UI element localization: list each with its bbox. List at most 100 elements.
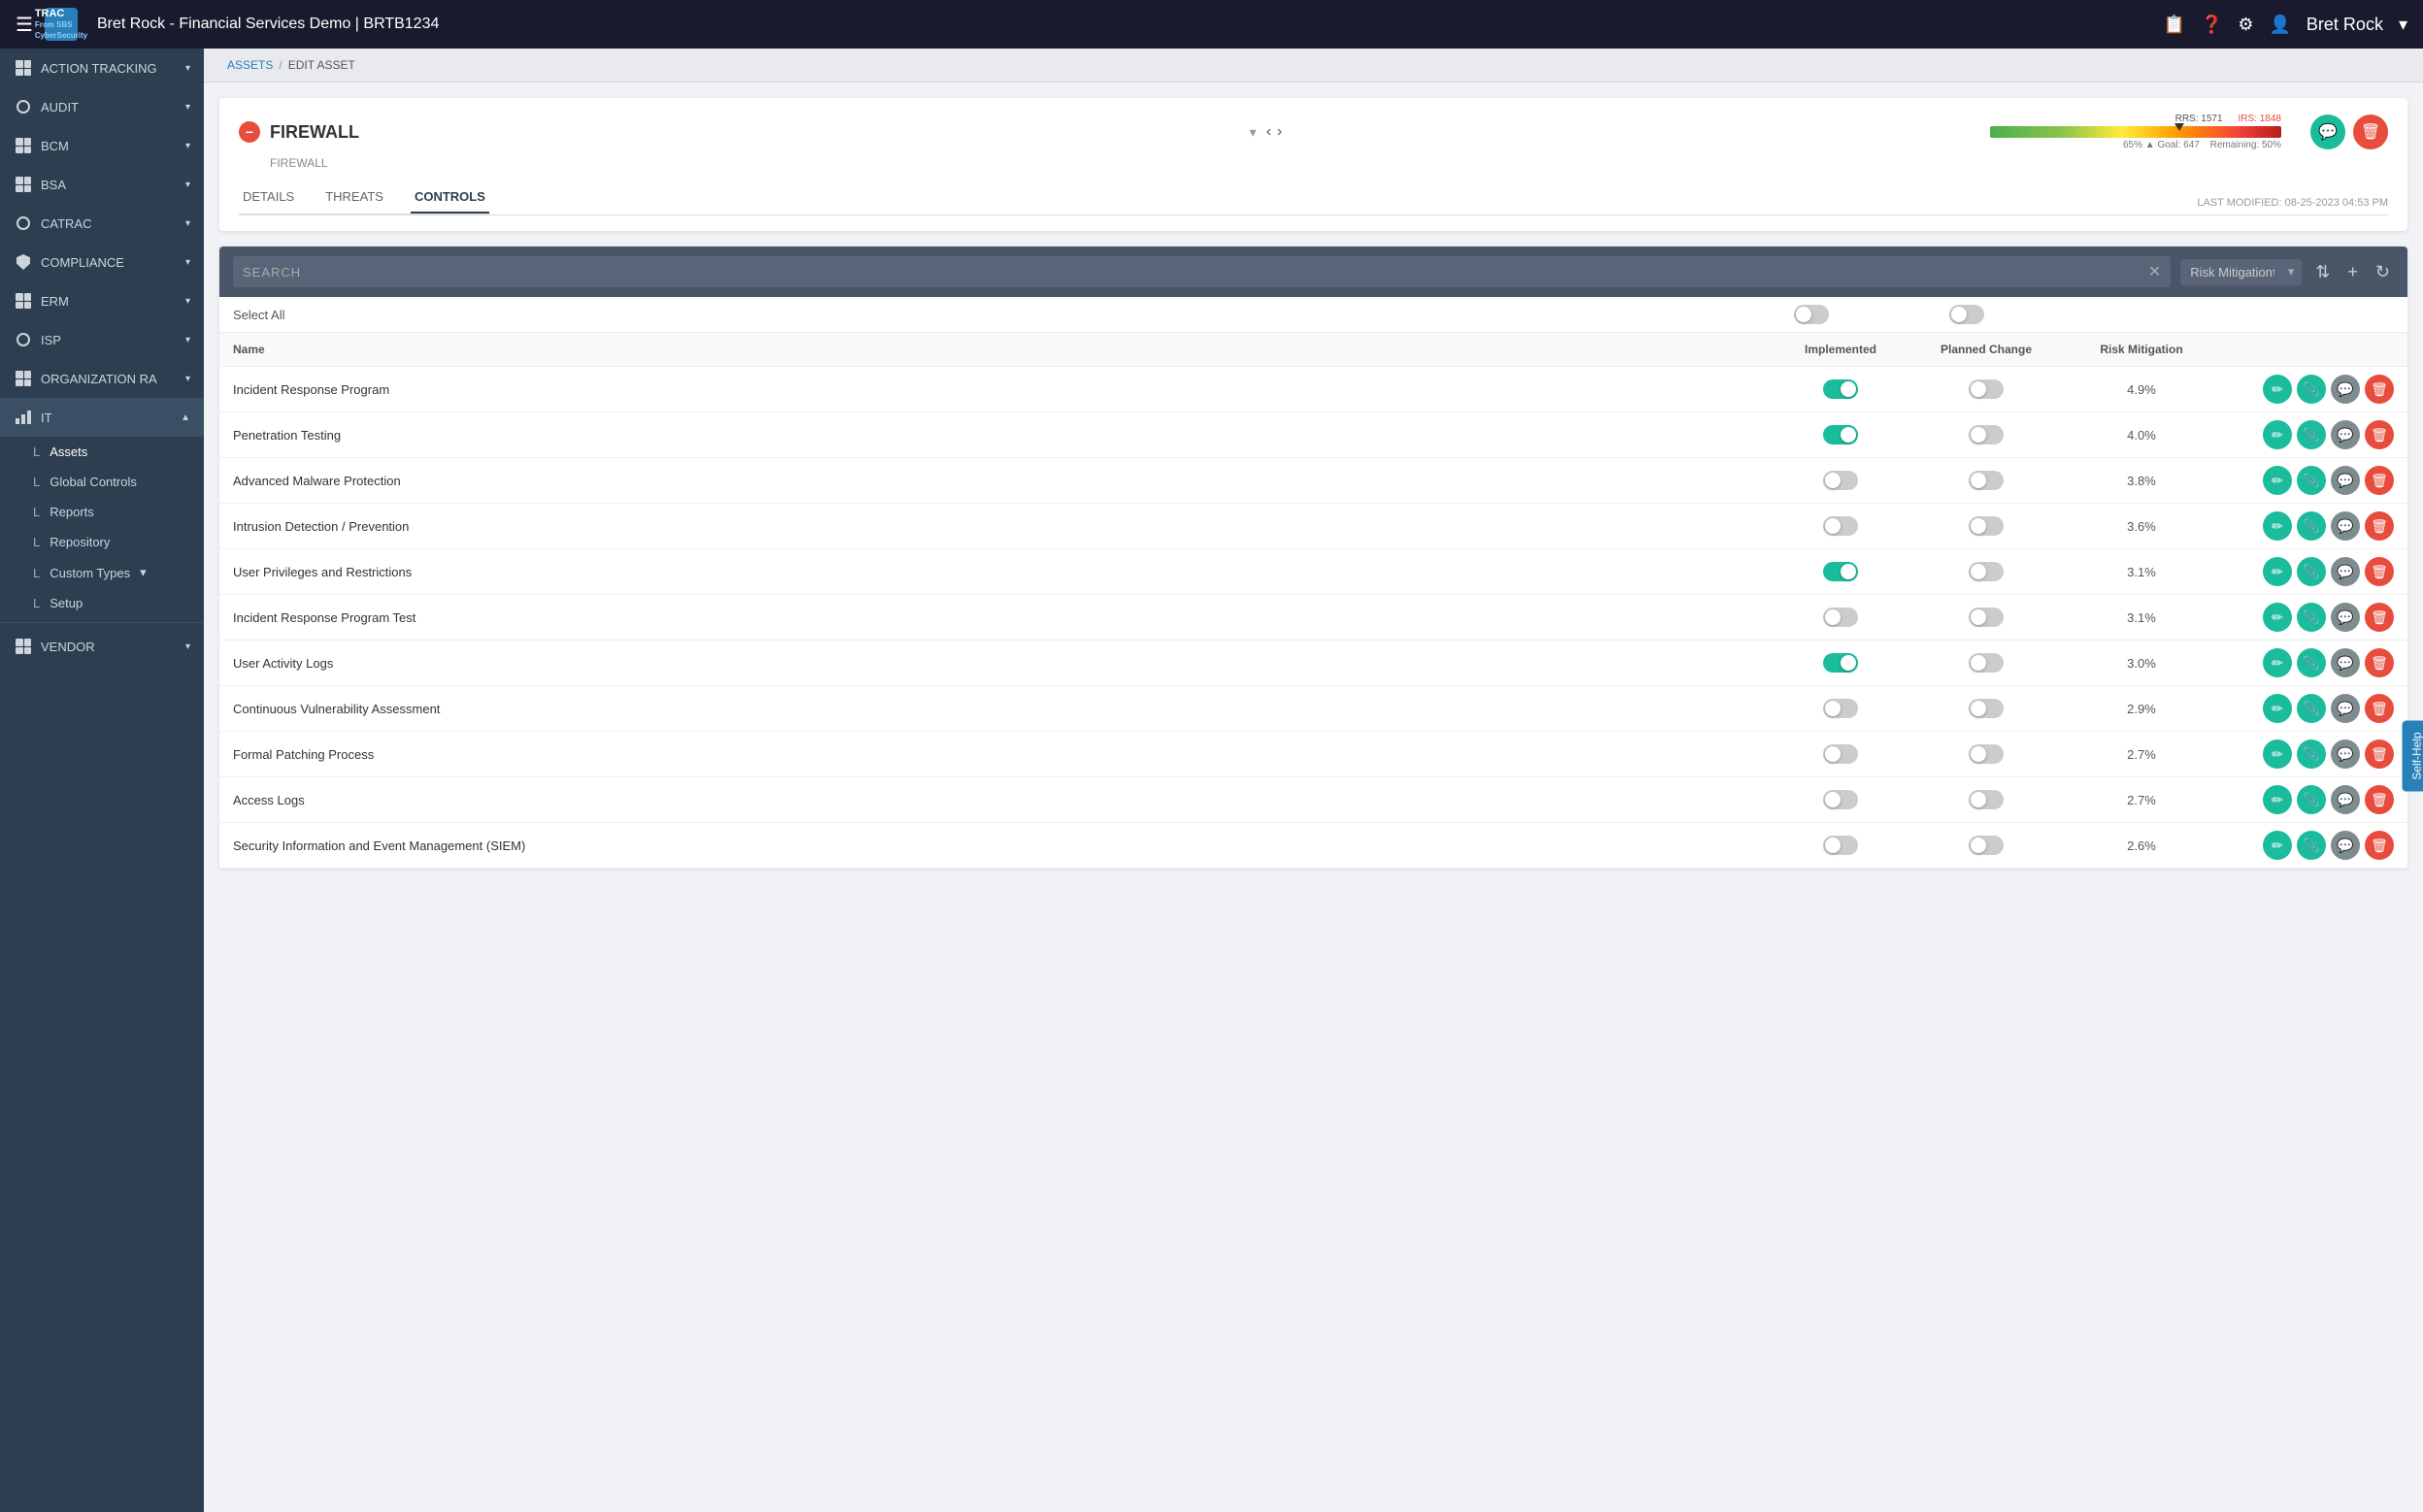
delete-button-8[interactable]: 🗑 [2365,740,2394,769]
user-dropdown-icon[interactable]: ▾ [2399,15,2407,35]
planned-toggle-7[interactable] [1969,699,2004,718]
attach-button-8[interactable]: 📎 [2297,740,2326,769]
sidebar-item-catrac[interactable]: CATRAC ▾ [0,204,204,243]
sidebar-item-bcm[interactable]: BCM ▾ [0,126,204,165]
comment-button-5[interactable]: 💬 [2331,603,2360,632]
asset-next-arrow[interactable]: › [1278,123,1282,141]
planned-toggle-1[interactable] [1969,425,2004,444]
attach-button-6[interactable]: 📎 [2297,648,2326,677]
attach-button-1[interactable]: 📎 [2297,420,2326,449]
implemented-toggle-2[interactable] [1823,471,1858,490]
edit-button-5[interactable]: ✏ [2263,603,2292,632]
search-input[interactable] [243,265,2142,279]
delete-button-3[interactable]: 🗑 [2365,511,2394,541]
implemented-toggle-9[interactable] [1823,790,1858,809]
implemented-toggle-1[interactable] [1823,425,1858,444]
attach-button-3[interactable]: 📎 [2297,511,2326,541]
sidebar-item-reports[interactable]: L Reports [0,497,204,527]
implemented-toggle-7[interactable] [1823,699,1858,718]
hamburger-icon[interactable]: ☰ [16,13,33,37]
comment-button-10[interactable]: 💬 [2331,831,2360,860]
comment-button-7[interactable]: 💬 [2331,694,2360,723]
add-control-button[interactable]: + [2343,258,2362,286]
planned-toggle-3[interactable] [1969,516,2004,536]
search-clear-icon[interactable]: ✕ [2148,262,2161,281]
asset-dropdown-arrow[interactable]: ▾ [1249,124,1256,141]
edit-button-7[interactable]: ✏ [2263,694,2292,723]
tab-controls[interactable]: CONTROLS [411,181,489,214]
implemented-toggle-6[interactable] [1823,653,1858,673]
breadcrumb-assets-link[interactable]: ASSETS [227,58,273,72]
delete-button-7[interactable]: 🗑 [2365,694,2394,723]
sidebar-item-global-controls[interactable]: L Global Controls [0,467,204,497]
attach-button-7[interactable]: 📎 [2297,694,2326,723]
asset-delete-button[interactable]: 🗑 [2353,115,2388,149]
delete-button-6[interactable]: 🗑 [2365,648,2394,677]
edit-button-10[interactable]: ✏ [2263,831,2292,860]
tab-details[interactable]: DETAILS [239,181,298,214]
edit-button-4[interactable]: ✏ [2263,557,2292,586]
select-all-planned-toggle[interactable] [1949,305,1984,324]
planned-toggle-5[interactable] [1969,608,2004,627]
settings-icon[interactable]: ⚙ [2238,15,2253,35]
edit-button-8[interactable]: ✏ [2263,740,2292,769]
sidebar-item-setup[interactable]: L Setup [0,588,204,618]
self-help-tab[interactable]: Self-Help [2402,720,2423,791]
sidebar-item-repository[interactable]: L Repository [0,527,204,557]
sidebar-item-org-ra[interactable]: ORGANIZATION RA ▾ [0,359,204,398]
edit-button-0[interactable]: ✏ [2263,375,2292,404]
sidebar-item-compliance[interactable]: COMPLIANCE ▾ [0,243,204,281]
sidebar-item-action-tracking[interactable]: ACTION TRACKING ▾ [0,49,204,87]
comment-button-8[interactable]: 💬 [2331,740,2360,769]
planned-toggle-8[interactable] [1969,744,2004,764]
attach-button-10[interactable]: 📎 [2297,831,2326,860]
implemented-toggle-3[interactable] [1823,516,1858,536]
help-icon[interactable]: ❓ [2201,15,2222,35]
notifications-icon[interactable]: 📋 [2164,15,2185,35]
asset-prev-arrow[interactable]: ‹ [1266,123,1271,141]
asset-comment-button[interactable]: 💬 [2310,115,2345,149]
planned-toggle-0[interactable] [1969,379,2004,399]
planned-toggle-4[interactable] [1969,562,2004,581]
sidebar-item-audit[interactable]: AUDIT ▾ [0,87,204,126]
implemented-toggle-5[interactable] [1823,608,1858,627]
comment-button-9[interactable]: 💬 [2331,785,2360,814]
comment-button-2[interactable]: 💬 [2331,466,2360,495]
delete-button-10[interactable]: 🗑 [2365,831,2394,860]
sidebar-item-custom-types[interactable]: L Custom Types ▾ [0,557,204,588]
comment-button-6[interactable]: 💬 [2331,648,2360,677]
sidebar-item-vendor[interactable]: VENDOR ▾ [0,627,204,666]
edit-button-3[interactable]: ✏ [2263,511,2292,541]
attach-button-2[interactable]: 📎 [2297,466,2326,495]
attach-button-0[interactable]: 📎 [2297,375,2326,404]
delete-button-4[interactable]: 🗑 [2365,557,2394,586]
comment-button-0[interactable]: 💬 [2331,375,2360,404]
delete-button-9[interactable]: 🗑 [2365,785,2394,814]
implemented-toggle-0[interactable] [1823,379,1858,399]
implemented-toggle-8[interactable] [1823,744,1858,764]
delete-button-2[interactable]: 🗑 [2365,466,2394,495]
select-all-implemented-toggle[interactable] [1794,305,1829,324]
planned-toggle-6[interactable] [1969,653,2004,673]
delete-button-5[interactable]: 🗑 [2365,603,2394,632]
delete-button-1[interactable]: 🗑 [2365,420,2394,449]
comment-button-4[interactable]: 💬 [2331,557,2360,586]
sidebar-item-isp[interactable]: ISP ▾ [0,320,204,359]
edit-button-2[interactable]: ✏ [2263,466,2292,495]
sort-dropdown[interactable]: Risk Mitigation [2180,259,2302,285]
planned-toggle-9[interactable] [1969,790,2004,809]
comment-button-1[interactable]: 💬 [2331,420,2360,449]
sidebar-item-erm[interactable]: ERM ▾ [0,281,204,320]
sort-toggle-button[interactable]: ⇅ [2311,258,2334,286]
implemented-toggle-4[interactable] [1823,562,1858,581]
planned-toggle-10[interactable] [1969,836,2004,855]
edit-button-6[interactable]: ✏ [2263,648,2292,677]
comment-button-3[interactable]: 💬 [2331,511,2360,541]
edit-button-1[interactable]: ✏ [2263,420,2292,449]
sidebar-item-bsa[interactable]: BSA ▾ [0,165,204,204]
edit-button-9[interactable]: ✏ [2263,785,2292,814]
delete-button-0[interactable]: 🗑 [2365,375,2394,404]
sidebar-item-assets[interactable]: L Assets [0,437,204,467]
planned-toggle-2[interactable] [1969,471,2004,490]
user-icon[interactable]: 👤 [2270,15,2291,35]
